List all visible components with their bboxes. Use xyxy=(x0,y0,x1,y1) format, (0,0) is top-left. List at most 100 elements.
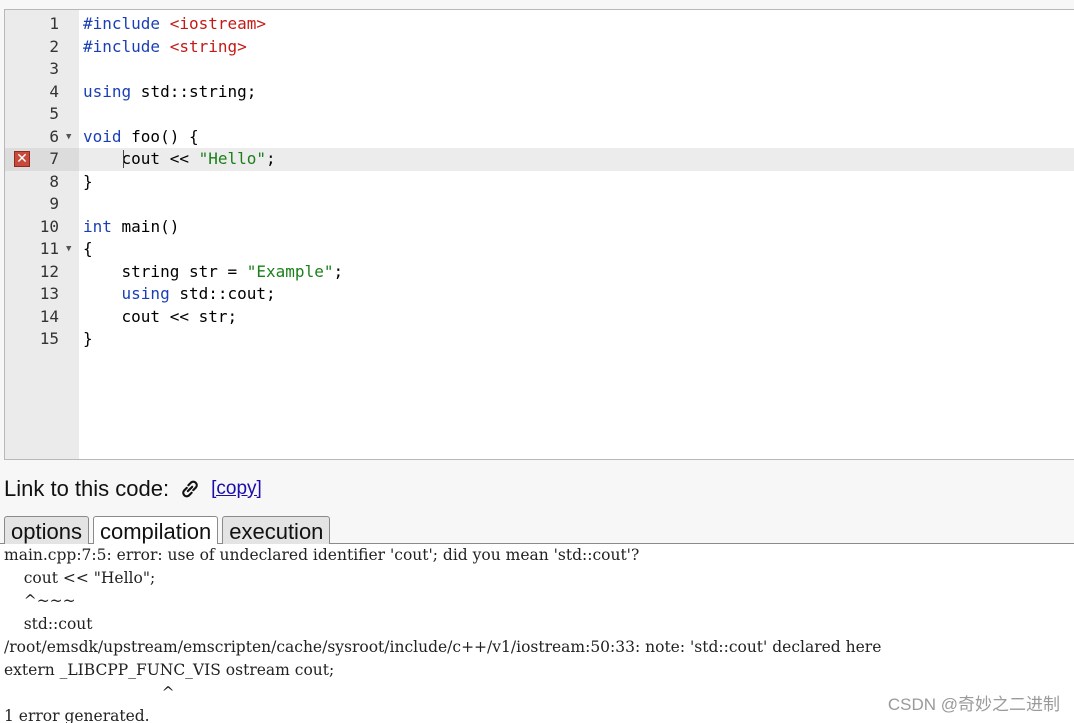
code-line[interactable]: 12 string str = "Example"; xyxy=(5,261,1074,284)
code-token: } xyxy=(83,329,93,348)
code-text: } xyxy=(83,328,93,351)
line-number: 7 xyxy=(49,149,59,168)
code-token: "Hello" xyxy=(198,149,267,168)
gutter-cell: 15 xyxy=(5,328,79,351)
code-token: ; xyxy=(333,261,344,281)
code-token: { xyxy=(83,239,93,258)
gutter-cell: 10 xyxy=(5,216,79,239)
line-number: 2 xyxy=(49,36,59,56)
code-text: using std::string; xyxy=(83,81,256,104)
link-label: Link to this code: xyxy=(4,476,170,501)
tab-options[interactable]: options xyxy=(4,516,89,544)
gutter-cell: 5 xyxy=(5,103,79,126)
code-line[interactable]: 8} xyxy=(5,171,1074,194)
line-number: 12 xyxy=(39,261,59,281)
line-number: 9 xyxy=(49,194,59,213)
gutter-cell: 11 ▼ xyxy=(5,238,79,261)
gutter-cell: 14 xyxy=(5,306,79,329)
output-line: std::cout xyxy=(4,615,93,633)
output-line: cout << "Hello"; xyxy=(4,569,156,587)
code-line[interactable]: 5 xyxy=(5,103,1074,126)
output-line: ^~~~ xyxy=(4,592,76,610)
chain-link-icon[interactable] xyxy=(177,476,203,502)
code-line[interactable]: 3 xyxy=(5,58,1074,81)
line-number: 3 xyxy=(49,59,59,78)
line-number: 13 xyxy=(39,284,59,303)
code-token: <string> xyxy=(169,36,247,56)
code-token: cout << xyxy=(83,149,199,168)
code-token: std::cout; xyxy=(169,284,276,303)
code-line[interactable]: 14 cout << str; xyxy=(5,306,1074,329)
copy-link[interactable]: [copy] xyxy=(211,478,262,500)
code-token: cout << str; xyxy=(83,306,238,326)
gutter-cell: 3 xyxy=(5,58,79,81)
code-line[interactable]: ✕ 7 cout << "Hello"; xyxy=(5,148,1074,171)
gutter-cell: ✕ 7 xyxy=(5,148,79,171)
gutter-cell: 2 xyxy=(5,36,79,59)
code-text: { xyxy=(83,238,93,261)
code-line[interactable]: 10 int main() xyxy=(5,216,1074,239)
line-number: 6 xyxy=(49,126,59,146)
code-line[interactable]: 9 xyxy=(5,193,1074,216)
code-text: cout << "Hello"; xyxy=(83,148,276,171)
code-token: #include xyxy=(83,14,170,33)
code-text: #include <iostream> xyxy=(83,13,266,36)
output-line: main.cpp:7:5: error: use of undeclared i… xyxy=(4,546,640,564)
code-line[interactable]: 1 #include <iostream> xyxy=(5,13,1074,36)
gutter-cell: 4 xyxy=(5,81,79,104)
code-token: foo() { xyxy=(121,126,199,146)
code-token: string str = xyxy=(83,261,247,281)
code-text: #include <string> xyxy=(83,36,247,59)
code-token: using xyxy=(83,81,132,101)
code-line[interactable]: 2 #include <string> xyxy=(5,36,1074,59)
code-text: cout << str; xyxy=(83,306,238,329)
code-editor[interactable]: 1 #include <iostream> 2 #include <string> 3 4… xyxy=(4,9,1074,460)
line-number: 14 xyxy=(39,306,59,326)
gutter-cell: 6 ▼ xyxy=(5,126,79,149)
output-line: /root/emsdk/upstream/emscripten/cache/sy… xyxy=(4,638,882,656)
gutter-cell: 1 xyxy=(5,13,79,36)
fold-arrow-icon[interactable]: ▼ xyxy=(66,126,71,149)
code-text: } xyxy=(83,171,93,194)
code-token: #include xyxy=(83,36,170,56)
gutter-cell: 12 xyxy=(5,261,79,284)
code-text: using std::cout; xyxy=(83,283,276,306)
code-text: void foo() { xyxy=(83,126,199,149)
gutter-cell: 13 xyxy=(5,283,79,306)
code-line[interactable]: 15} xyxy=(5,328,1074,351)
tab-compilation[interactable]: compilation xyxy=(92,516,219,545)
code-token: std::string; xyxy=(131,81,257,101)
output-line: extern _LIBCPP_FUNC_VIS ostream cout; xyxy=(4,661,335,679)
tab-execution[interactable]: execution xyxy=(222,516,331,544)
link-to-code-row: Link to this code: [copy] xyxy=(4,474,262,504)
line-number: 4 xyxy=(49,81,59,101)
error-icon[interactable]: ✕ xyxy=(14,151,30,167)
code-token: } xyxy=(83,171,93,191)
gutter-cell: 9 xyxy=(5,193,79,216)
code-line[interactable]: 13 using std::cout; xyxy=(5,283,1074,306)
code-token: int xyxy=(83,216,112,236)
code-line[interactable]: 11 ▼ { xyxy=(5,238,1074,261)
line-number: 1 xyxy=(49,14,59,33)
line-number: 8 xyxy=(49,171,59,191)
line-number: 11 xyxy=(39,239,59,258)
gutter-cell: 8 xyxy=(5,171,79,194)
code-line[interactable]: 4 using std::string; xyxy=(5,81,1074,104)
text-cursor xyxy=(123,150,124,168)
code-line[interactable]: 6 ▼ void foo() { xyxy=(5,126,1074,149)
code-text: int main() xyxy=(83,216,179,239)
code-text: string str = "Example"; xyxy=(83,261,344,284)
watermark: CSDN @奇妙之二进制 xyxy=(887,690,1060,715)
line-number: 5 xyxy=(49,104,59,123)
code-token: using xyxy=(121,284,170,303)
output-tabs: options compilation execution xyxy=(4,516,331,545)
line-number: 15 xyxy=(39,329,59,348)
line-number: 10 xyxy=(39,216,59,236)
code-token: "Example" xyxy=(246,261,334,281)
fold-arrow-icon[interactable]: ▼ xyxy=(66,238,71,261)
code-token: void xyxy=(83,126,122,146)
code-token: <iostream> xyxy=(169,14,267,33)
code-token: ; xyxy=(266,149,276,168)
code-token: main() xyxy=(111,216,180,236)
